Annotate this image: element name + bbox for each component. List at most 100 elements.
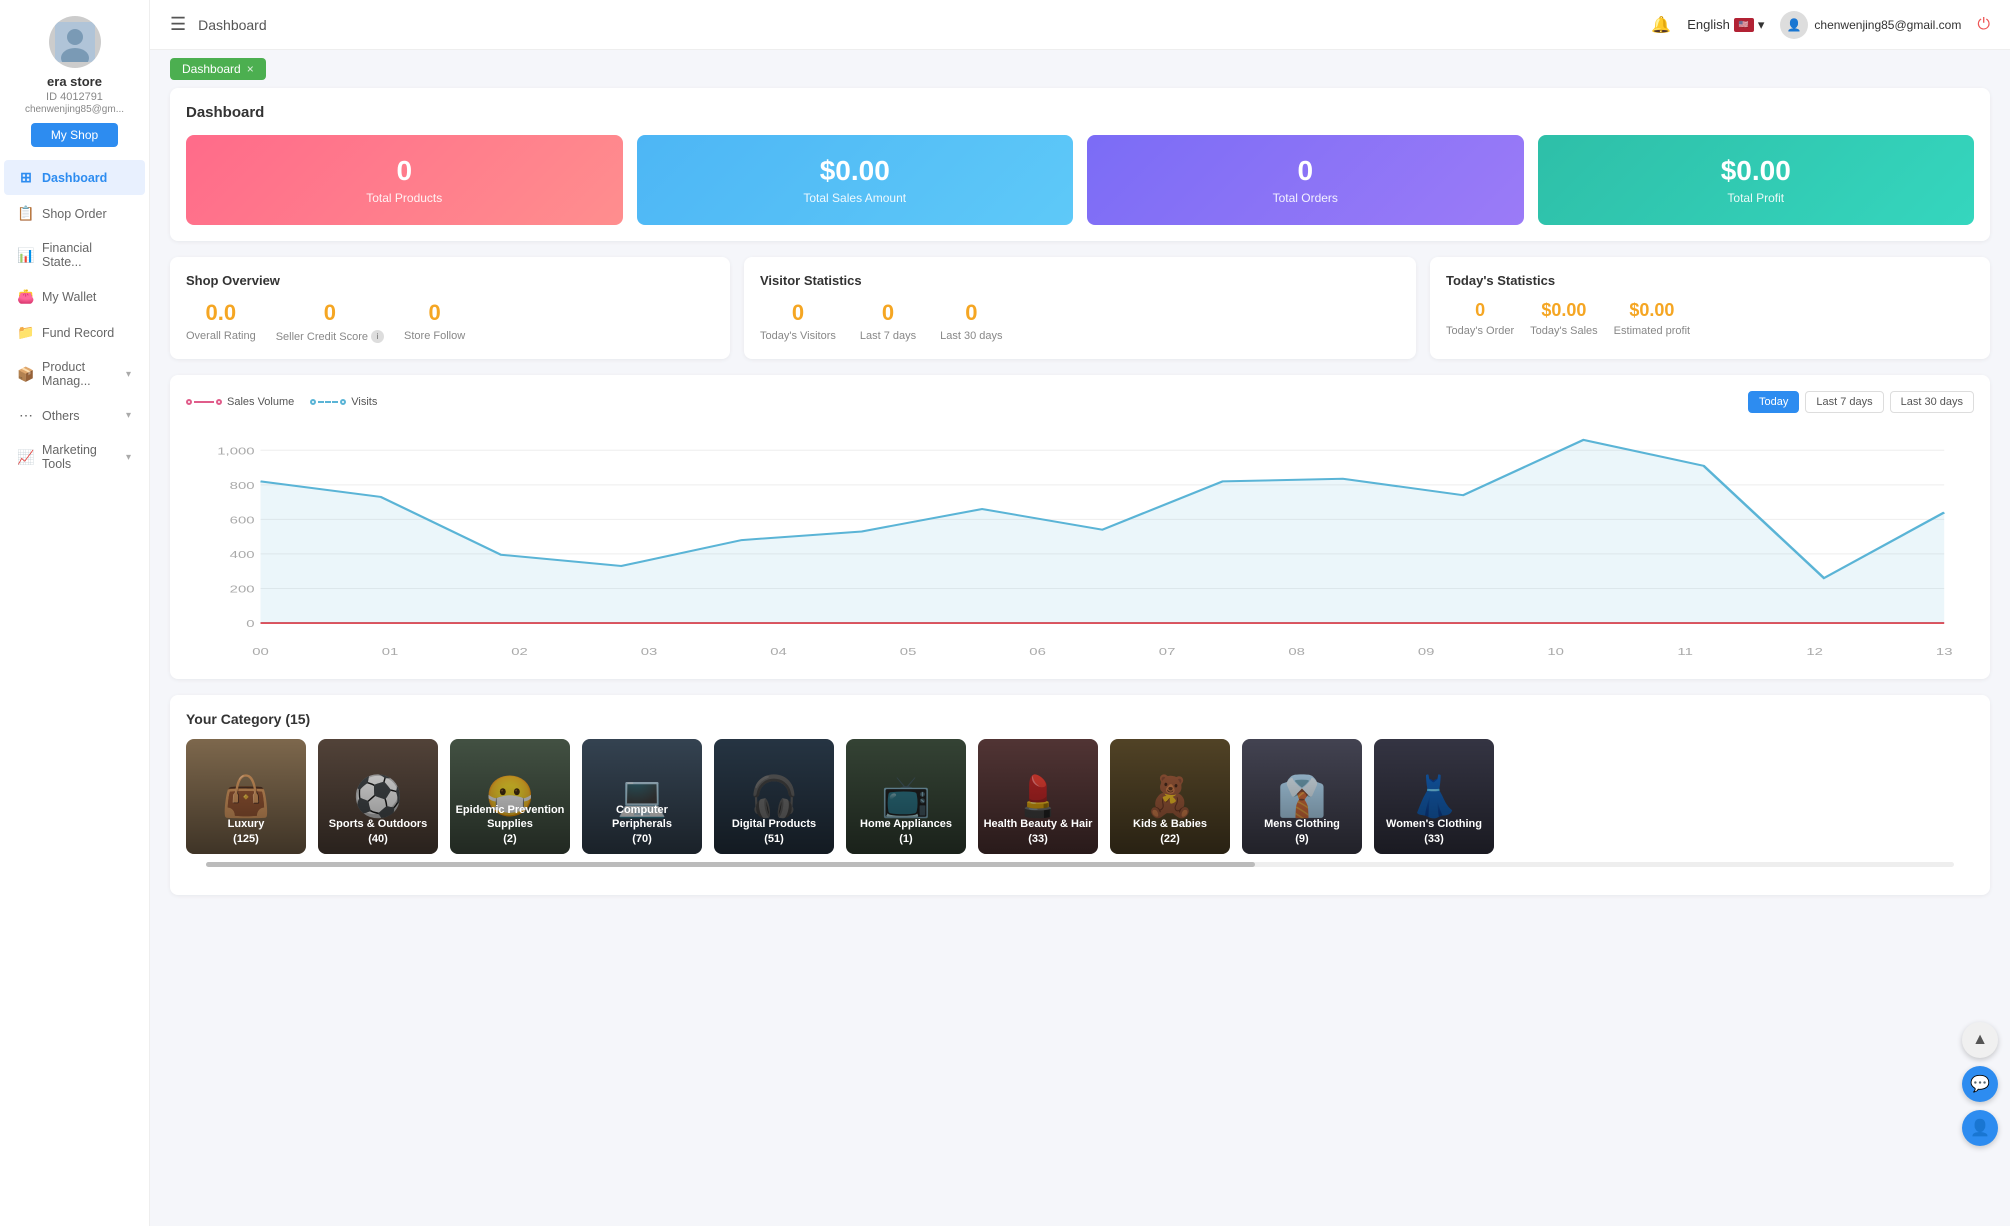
svg-text:600: 600 — [230, 515, 255, 526]
visitor-metric-today-visitors: 0 Today's Visitors — [760, 300, 836, 342]
legend-dot — [186, 399, 192, 405]
metric-label-overall-rating: Overall Rating — [186, 330, 256, 342]
category-item-kids-babies[interactable]: 🧸 Kids & Babies(22) — [1110, 739, 1230, 854]
category-item-sports-outdoors[interactable]: ⚽ Sports & Outdoors(40) — [318, 739, 438, 854]
marketing-tools-icon: 📈 — [18, 449, 34, 466]
todays-statistics: Today's Statistics 0 Today's Order$0.00 … — [1430, 257, 1990, 359]
sidebar-item-others[interactable]: ⋯ Others ▾ — [4, 398, 145, 433]
line-chart: 1,00080060040020000001020304050607080910… — [186, 423, 1974, 663]
sidebar-label-dashboard: Dashboard — [42, 171, 107, 185]
user-avatar: 👤 — [1780, 11, 1808, 39]
user-menu[interactable]: 👤 chenwenjing85@gmail.com — [1780, 11, 1961, 39]
svg-text:10: 10 — [1547, 646, 1564, 657]
power-icon[interactable]: ⏻ — [1977, 16, 1990, 34]
chart-btn-last-30-days[interactable]: Last 30 days — [1890, 391, 1974, 413]
svg-text:00: 00 — [252, 646, 269, 657]
scrollbar-thumb — [206, 862, 1255, 867]
sidebar-item-fund-record[interactable]: 📁 Fund Record — [4, 315, 145, 350]
cat-label-mens-clothing: Mens Clothing(9) — [1260, 809, 1344, 854]
sidebar-label-fund-record: Fund Record — [42, 326, 114, 340]
metric-value-seller-credit: 0 — [276, 300, 384, 326]
sidebar-item-marketing-tools[interactable]: 📈 Marketing Tools ▾ — [4, 434, 145, 480]
cat-label-kids-babies: Kids & Babies(22) — [1129, 809, 1211, 854]
category-item-computer-peripherals[interactable]: 💻 Computer Peripherals(70) — [582, 739, 702, 854]
close-icon[interactable]: × — [247, 62, 254, 76]
svg-text:04: 04 — [770, 646, 787, 657]
category-item-epidemic-prevention[interactable]: 😷 Epidemic Prevention Supplies(2) — [450, 739, 570, 854]
stat-box-total-sales: $0.00 Total Sales Amount — [637, 135, 1074, 225]
category-item-health-beauty[interactable]: 💄 Health Beauty & Hair(33) — [978, 739, 1098, 854]
stat-value-total-orders: 0 — [1297, 155, 1313, 187]
store-id: ID 4012791 — [46, 91, 103, 103]
category-item-luxury[interactable]: 👜 Luxury(125) — [186, 739, 306, 854]
my-shop-button[interactable]: My Shop — [31, 123, 118, 147]
metric-label-store-follow: Store Follow — [404, 330, 465, 342]
legend-label-visits: Visits — [351, 396, 377, 408]
category-item-womens-clothing[interactable]: 👗 Women's Clothing(33) — [1374, 739, 1494, 854]
legend-dot — [216, 399, 222, 405]
stat-label-total-profit: Total Profit — [1727, 191, 1784, 205]
metric-value-overall-rating: 0.0 — [186, 300, 256, 326]
svg-text:06: 06 — [1029, 646, 1046, 657]
notification-bell-icon[interactable]: 🔔 — [1651, 15, 1671, 35]
sidebar-item-my-wallet[interactable]: 👛 My Wallet — [4, 279, 145, 314]
stat-label-total-orders: Total Orders — [1273, 191, 1338, 205]
svg-text:0: 0 — [246, 618, 254, 629]
overview-metric-seller-credit: 0 Seller Credit Score i — [276, 300, 384, 343]
chevron-down-icon: ▾ — [1758, 17, 1765, 33]
visitor-value-today-visitors: 0 — [760, 300, 836, 326]
category-scroll[interactable]: 👜 Luxury(125)⚽ Sports & Outdoors(40)😷 Ep… — [186, 739, 1974, 862]
today-metrics: 0 Today's Order$0.00 Today's Sales$0.00 … — [1446, 300, 1974, 337]
language-label: English — [1687, 17, 1730, 32]
sidebar-item-product-manag[interactable]: 📦 Product Manag... ▾ — [4, 351, 145, 397]
cat-label-home-appliances: Home Appliances(1) — [856, 809, 956, 854]
stat-box-total-profit: $0.00 Total Profit — [1538, 135, 1975, 225]
visitor-label-last-7-days: Last 7 days — [860, 330, 916, 342]
today-value-estimated-profit: $0.00 — [1614, 300, 1690, 321]
help-button[interactable]: 👤 — [1962, 1110, 1998, 1146]
user-email: chenwenjing85@gmail.com — [1814, 18, 1961, 32]
topbar-title: Dashboard — [198, 17, 267, 33]
shop-overview: Shop Overview 0.0 Overall Rating0 Seller… — [170, 257, 730, 359]
today-value-todays-order: 0 — [1446, 300, 1514, 321]
language-selector[interactable]: English 🇺🇸 ▾ — [1687, 17, 1764, 33]
others-icon: ⋯ — [18, 407, 34, 424]
cat-label-luxury: Luxury(125) — [224, 809, 269, 854]
visitor-metrics: 0 Today's Visitors0 Last 7 days0 Last 30… — [760, 300, 1400, 342]
breadcrumb-tab[interactable]: Dashboard × — [170, 58, 266, 80]
cat-label-epidemic-prevention: Epidemic Prevention Supplies(2) — [450, 795, 570, 854]
category-item-digital-products[interactable]: 🎧 Digital Products(51) — [714, 739, 834, 854]
svg-text:03: 03 — [641, 646, 658, 657]
legend-dot — [340, 399, 346, 405]
category-item-mens-clothing[interactable]: 👔 Mens Clothing(9) — [1242, 739, 1362, 854]
sidebar-item-dashboard[interactable]: ⊞ Dashboard — [4, 160, 145, 195]
visitor-value-last-30-days: 0 — [940, 300, 1002, 326]
stat-value-total-profit: $0.00 — [1721, 155, 1791, 187]
breadcrumb-label: Dashboard — [182, 62, 241, 76]
my-wallet-icon: 👛 — [18, 288, 34, 305]
scroll-up-button[interactable]: ▲ — [1962, 1022, 1998, 1058]
visitor-metric-last-30-days: 0 Last 30 days — [940, 300, 1002, 342]
chart-legend: Sales VolumeVisits — [186, 396, 377, 408]
sidebar-label-product-manag: Product Manag... — [42, 360, 118, 388]
sidebar-item-shop-order[interactable]: 📋 Shop Order — [4, 196, 145, 231]
chat-button[interactable]: 💬 — [1962, 1066, 1998, 1102]
svg-text:01: 01 — [382, 646, 399, 657]
hamburger-icon[interactable]: ☰ — [170, 14, 186, 35]
category-item-home-appliances[interactable]: 📺 Home Appliances(1) — [846, 739, 966, 854]
chart-btn-last-7-days[interactable]: Last 7 days — [1805, 391, 1883, 413]
sidebar-item-financial-state[interactable]: 📊 Financial State... — [4, 232, 145, 278]
today-label-estimated-profit: Estimated profit — [1614, 325, 1690, 337]
cat-label-computer-peripherals: Computer Peripherals(70) — [582, 795, 702, 854]
chart-btn-today[interactable]: Today — [1748, 391, 1799, 413]
breadcrumb-bar: Dashboard × — [150, 50, 2010, 88]
svg-text:400: 400 — [230, 549, 255, 560]
cat-label-sports-outdoors: Sports & Outdoors(40) — [325, 809, 431, 854]
sidebar-nav: ⊞ Dashboard 📋 Shop Order 📊 Financial Sta… — [0, 159, 149, 481]
cat-label-digital-products: Digital Products(51) — [728, 809, 820, 854]
today-metric-todays-order: 0 Today's Order — [1446, 300, 1514, 337]
content-area: Dashboard × Dashboard 0 Total Products$0… — [150, 50, 2010, 1226]
chart-header: Sales VolumeVisits Today Last 7 days Last … — [186, 391, 1974, 413]
today-label-todays-order: Today's Order — [1446, 325, 1514, 337]
sidebar-label-my-wallet: My Wallet — [42, 290, 96, 304]
